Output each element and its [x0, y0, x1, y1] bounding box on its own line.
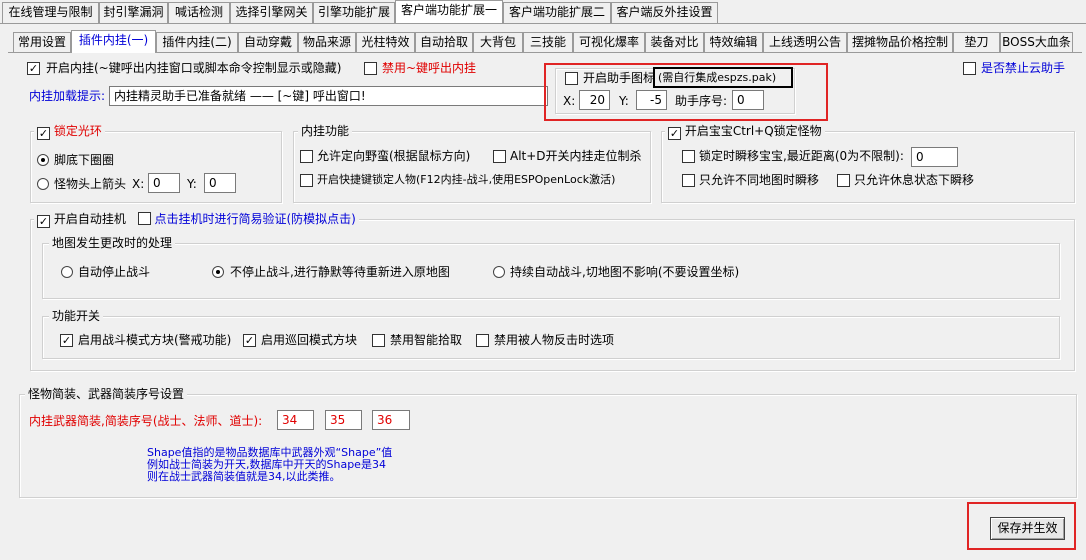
- map-continue-radio[interactable]: [493, 266, 505, 278]
- subtab-equip-compare[interactable]: 装备对比: [645, 32, 704, 53]
- pet-teleport-label: 锁定时瞬移宝宝,最近距离(0为不限制):: [699, 149, 904, 163]
- alt-d-toggle-label: Alt+D开关内挂走位制杀: [510, 149, 642, 163]
- auto-hang-legend: ✓ 开启自动挂机 点击挂机时进行简易验证(防模拟点击): [34, 212, 359, 228]
- load-prompt-label: 内挂加载提示:: [29, 89, 106, 103]
- halo-y-input[interactable]: 0: [204, 173, 236, 193]
- subtab-drop-rate[interactable]: 可视化爆率: [573, 32, 645, 53]
- load-prompt-input[interactable]: 内挂精灵助手已准备就绪 —— [~键] 呼出窗口!: [109, 86, 548, 106]
- subtab-effect-edit[interactable]: 特效编辑: [704, 32, 763, 53]
- counterattack-checkbox[interactable]: [476, 334, 489, 347]
- enable-plugin-label: 开启内挂(~键呼出内挂窗口或脚本命令控制显示或隐藏): [46, 61, 342, 75]
- map-stop-radio[interactable]: [61, 266, 73, 278]
- pet-legend: ✓ 开启宝宝Ctrl+Q锁定怪物: [665, 124, 825, 140]
- halo-option-arrow-radio[interactable]: [37, 178, 49, 190]
- pet-lock-checkbox[interactable]: ✓: [668, 127, 681, 140]
- plugin-functions-title: 内挂功能: [298, 124, 353, 138]
- enable-plugin-checkbox[interactable]: ✓: [27, 62, 40, 75]
- lock-halo-legend: ✓ 锁定光环: [34, 124, 105, 140]
- map-stop-label: 自动停止战斗: [78, 265, 151, 279]
- subtab-plugin-2[interactable]: 插件内挂(二): [156, 32, 238, 53]
- pet-rest-only-label: 只允许休息状态下瞬移: [854, 173, 975, 187]
- smart-pickup-checkbox[interactable]: [372, 334, 385, 347]
- tab-chat-detect[interactable]: 喊话检测: [168, 2, 230, 23]
- subtab-light-pillar[interactable]: 光柱特效: [356, 32, 415, 53]
- subtab-pad-knife[interactable]: 垫刀: [953, 32, 1000, 53]
- battle-mode-checkbox[interactable]: ✓: [60, 334, 73, 347]
- subtab-three-skills[interactable]: 三技能: [523, 32, 573, 53]
- patrol-mode-checkbox[interactable]: ✓: [243, 334, 256, 347]
- weapon-note-line-3: 则在战士武器简装值就是34,以此类推。: [147, 470, 341, 483]
- map-continue-label: 持续自动战斗,切地图不影响(不要设置坐标): [510, 265, 740, 279]
- subtab-big-bag[interactable]: 大背包: [473, 32, 523, 53]
- sub-tab-bar: 常用设置 插件内挂(一) 插件内挂(二) 自动穿戴 物品来源 光柱特效 自动拾取…: [0, 30, 1086, 54]
- tab-client-anticheat[interactable]: 客户端反外挂设置: [611, 2, 718, 23]
- weapon-mage-input[interactable]: 35: [325, 410, 362, 430]
- pet-teleport-input[interactable]: 0: [911, 147, 958, 167]
- hotkey-lock-label: 开启快捷键锁定人物(F12内挂-战斗,使用ESPOpenLock激活): [317, 173, 616, 186]
- alt-d-toggle-checkbox[interactable]: [493, 150, 506, 163]
- cloud-helper-checkbox[interactable]: [963, 62, 976, 75]
- subtab-item-source[interactable]: 物品来源: [298, 32, 356, 53]
- weapon-taoist-input[interactable]: 36: [372, 410, 410, 430]
- counterattack-label: 禁用被人物反击时选项: [494, 333, 615, 347]
- smart-pickup-label: 禁用智能拾取: [390, 333, 463, 347]
- subtab-common[interactable]: 常用设置: [13, 32, 71, 53]
- plugin-functions-frame: [293, 131, 651, 203]
- auto-hang-label: 开启自动挂机: [53, 212, 126, 226]
- weapon-warrior-input[interactable]: 34: [277, 410, 314, 430]
- tab-client-ext-1[interactable]: 客户端功能扩展一: [395, 0, 503, 23]
- save-highlight-box: [967, 502, 1076, 550]
- tab-engine-vuln[interactable]: 封引擎漏洞: [99, 2, 168, 23]
- battle-mode-label: 启用战斗模式方块(警戒功能): [78, 333, 232, 347]
- disable-tilde-label: 禁用~键呼出内挂: [382, 61, 477, 75]
- pet-same-map-label: 只允许不同地图时瞬移: [699, 173, 820, 187]
- halo-option-foot-radio[interactable]: [37, 154, 49, 166]
- halo-x-label: X:: [132, 177, 145, 191]
- helper-highlight-box: [544, 63, 828, 121]
- pet-lock-label: 开启宝宝Ctrl+Q锁定怪物: [684, 124, 822, 138]
- tab-engine-ext[interactable]: 引擎功能扩展: [313, 2, 395, 23]
- pet-frame: [661, 131, 1075, 203]
- halo-y-label: Y:: [187, 177, 197, 191]
- subtab-plugin-1[interactable]: 插件内挂(一): [71, 30, 156, 53]
- tab-engine-gateway[interactable]: 选择引擎网关: [230, 2, 313, 23]
- map-wait-label: 不停止战斗,进行静默等待重新进入原地图: [230, 265, 450, 279]
- subtab-login-notice[interactable]: 上线透明公告: [763, 32, 847, 53]
- patrol-mode-label: 启用巡回模式方块: [261, 333, 358, 347]
- weapon-shape-label: 内挂武器简装,简装序号(战士、法师、道士):: [29, 414, 263, 428]
- subtab-auto-pickup[interactable]: 自动拾取: [415, 32, 473, 53]
- pet-teleport-checkbox[interactable]: [682, 150, 695, 163]
- tab-online-management[interactable]: 在线管理与限制: [2, 2, 99, 23]
- tab-client-ext-2[interactable]: 客户端功能扩展二: [503, 2, 611, 23]
- lock-halo-label: 锁定光环: [53, 124, 102, 138]
- top-tab-bar: 在线管理与限制 封引擎漏洞 喊话检测 选择引擎网关 引擎功能扩展 客户端功能扩展…: [0, 0, 1086, 24]
- func-switch-title: 功能开关: [49, 309, 104, 323]
- pet-same-map-checkbox[interactable]: [682, 174, 695, 187]
- subtab-auto-wear[interactable]: 自动穿戴: [238, 32, 298, 53]
- map-change-title: 地图发生更改时的处理: [49, 236, 176, 250]
- auto-hang-checkbox[interactable]: ✓: [37, 215, 50, 228]
- weapon-shape-title: 怪物简装、武器简装序号设置: [25, 387, 188, 401]
- cloud-helper-label: 是否禁止云助手: [981, 61, 1066, 75]
- pet-rest-only-checkbox[interactable]: [837, 174, 850, 187]
- halo-x-input[interactable]: 0: [148, 173, 180, 193]
- halo-option-arrow-label: 怪物头上箭头: [54, 177, 127, 191]
- hang-verify-checkbox[interactable]: [137, 212, 151, 225]
- hang-verify-label: 点击挂机时进行简易验证(防模拟点击): [154, 212, 356, 226]
- disable-tilde-checkbox[interactable]: [364, 62, 377, 75]
- subtab-boss-hp[interactable]: BOSS大血条: [1000, 32, 1073, 53]
- sub-tab-divider: [8, 52, 1082, 53]
- subtab-stall-price[interactable]: 摆摊物品价格控制: [847, 32, 953, 53]
- directional-barbarian-label: 允许定向野蛮(根据鼠标方向): [317, 149, 471, 163]
- hotkey-lock-checkbox[interactable]: [300, 174, 313, 187]
- lock-halo-checkbox[interactable]: ✓: [37, 127, 50, 140]
- directional-barbarian-checkbox[interactable]: [300, 150, 313, 163]
- top-tab-divider: [0, 23, 1086, 24]
- halo-option-foot-label: 脚底下圈圈: [54, 153, 115, 167]
- map-wait-radio[interactable]: [212, 266, 224, 278]
